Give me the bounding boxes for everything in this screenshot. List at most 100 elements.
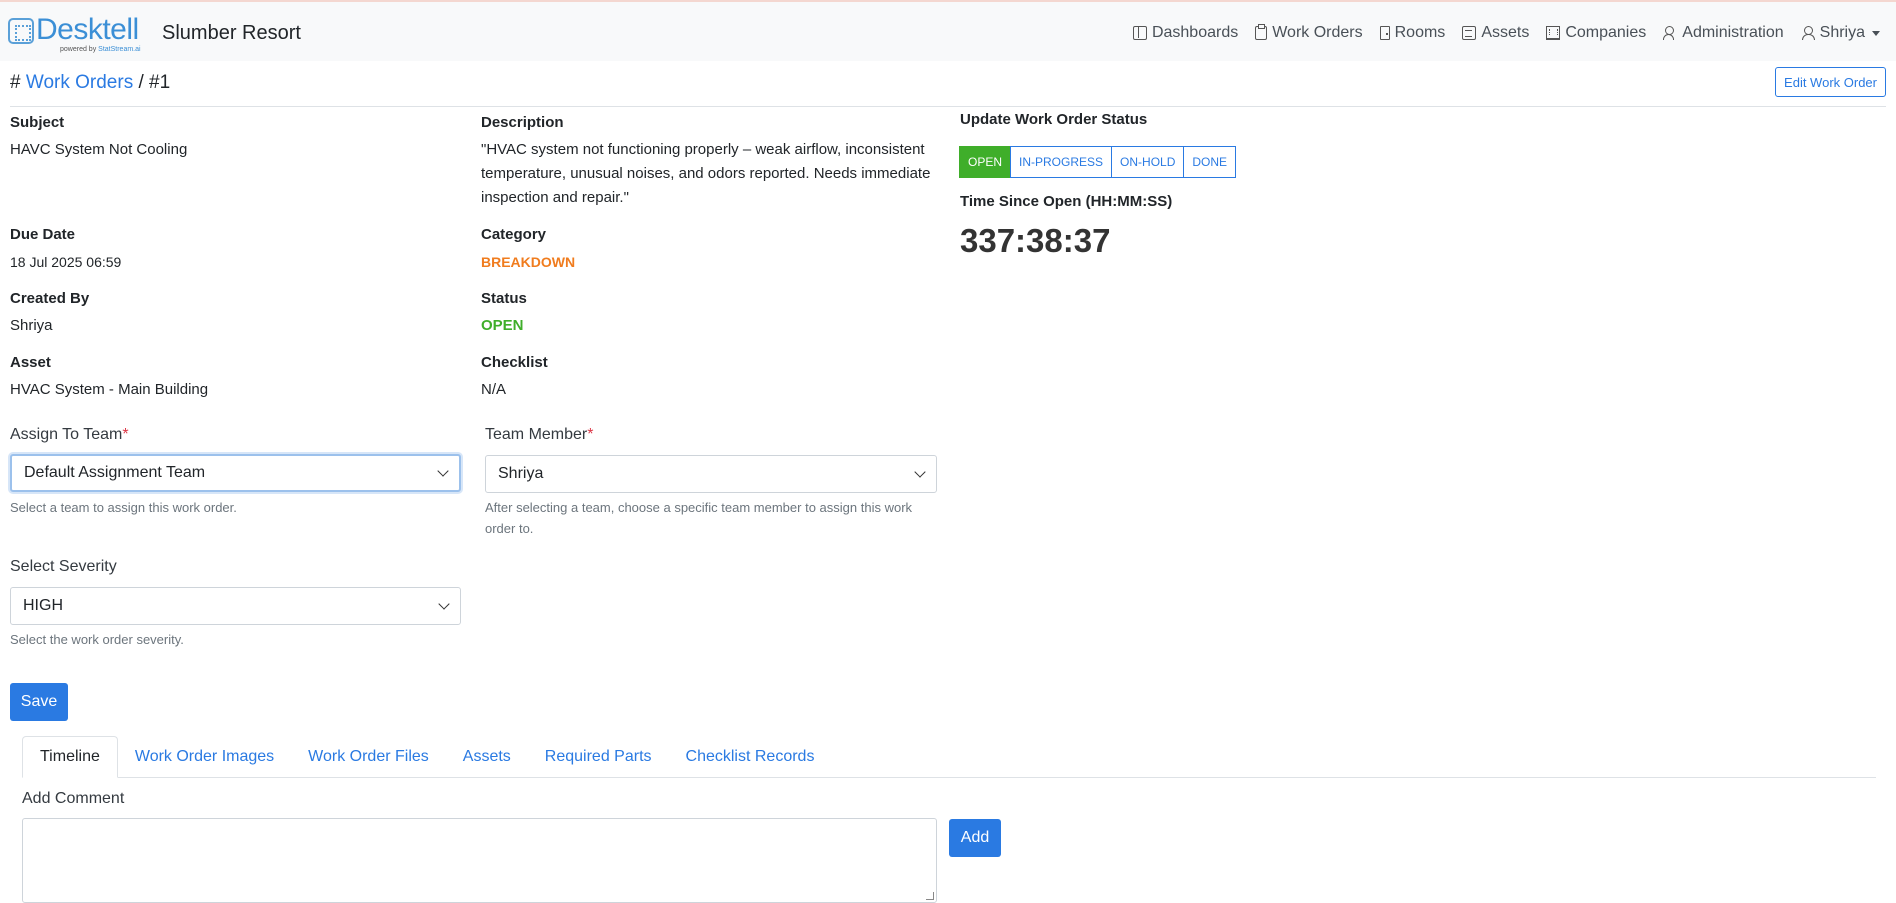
- breadcrumb: # Work Orders / #1: [10, 72, 170, 94]
- due-date-value: 18 Jul 2025 06:59: [10, 254, 122, 270]
- assign-team-help: Select a team to assign this work order.: [10, 500, 237, 515]
- assign-team-label: Assign To Team*: [10, 426, 129, 444]
- subject-label: Subject: [10, 114, 65, 131]
- nav-work-orders-label: Work Orders: [1272, 24, 1363, 41]
- severity-select[interactable]: HIGH: [10, 587, 461, 625]
- checklist-field: Checklist N/A: [481, 354, 548, 402]
- asset-value: HVAC System - Main Building: [10, 381, 209, 398]
- assign-team-label-text: Assign To Team: [10, 426, 123, 443]
- description-field: Description "HVAC system not functioning…: [481, 114, 941, 210]
- user-icon: [1801, 26, 1815, 40]
- status-button-group: OPEN IN-PROGRESS ON-HOLD DONE: [959, 146, 1237, 178]
- status-on-hold-button[interactable]: ON-HOLD: [1111, 146, 1185, 178]
- severity-value: HIGH: [23, 597, 63, 614]
- logo-icon: [8, 18, 34, 44]
- organization-name: Slumber Resort: [162, 22, 301, 44]
- divider: [10, 106, 1886, 107]
- breadcrumb-work-orders-link[interactable]: Work Orders: [26, 72, 133, 93]
- nav-administration-label: Administration: [1682, 24, 1784, 41]
- nav-companies-label: Companies: [1565, 24, 1647, 41]
- tab-assets[interactable]: Assets: [446, 736, 528, 778]
- logo-text: Desktell: [36, 13, 139, 46]
- team-member-help: After selecting a team, choose a specifi…: [485, 500, 913, 536]
- required-marker: *: [122, 426, 129, 443]
- nav-administration[interactable]: Administration: [1663, 24, 1784, 42]
- asset-icon: [1462, 26, 1477, 40]
- tab-required-parts[interactable]: Required Parts: [528, 736, 669, 778]
- tab-checklist-records[interactable]: Checklist Records: [669, 736, 832, 778]
- nav-dashboards-label: Dashboards: [1151, 24, 1239, 41]
- breadcrumb-current: #1: [149, 72, 171, 93]
- nav-rooms-label: Rooms: [1394, 24, 1446, 41]
- navbar: Desktell powered by StatStream.ai Slumbe…: [0, 2, 1896, 61]
- desktell-logo[interactable]: Desktell powered by StatStream.ai: [8, 14, 148, 54]
- nav-assets[interactable]: Assets: [1462, 24, 1529, 42]
- nav-companies[interactable]: Companies: [1546, 24, 1646, 42]
- severity-label: Select Severity: [10, 558, 117, 575]
- chevron-down-icon: [438, 598, 450, 610]
- breadcrumb-hash: #: [10, 72, 21, 93]
- edit-work-order-button[interactable]: Edit Work Order: [1775, 67, 1886, 97]
- severity-help: Select the work order severity.: [10, 632, 184, 647]
- team-member-value: Shriya: [498, 465, 544, 482]
- save-button[interactable]: Save: [10, 683, 68, 721]
- status-label: Status: [481, 290, 527, 307]
- timer-label: Time Since Open (HH:MM:SS): [960, 193, 1173, 210]
- door-icon: [1379, 26, 1390, 40]
- comment-textarea[interactable]: [22, 818, 937, 903]
- user-menu-label: Shriya: [1819, 24, 1865, 41]
- status-badge: OPEN: [481, 317, 524, 334]
- chevron-down-icon: [437, 465, 449, 477]
- building-icon: [1546, 26, 1561, 40]
- asset-label: Asset: [10, 354, 51, 371]
- nav-assets-label: Assets: [1481, 24, 1530, 41]
- status-field: Status OPEN: [481, 290, 527, 338]
- add-comment-label: Add Comment: [22, 790, 125, 807]
- assign-team-select[interactable]: Default Assignment Team: [10, 454, 461, 492]
- team-member-select[interactable]: Shriya: [485, 455, 937, 493]
- due-date-field: Due Date 18 Jul 2025 06:59: [10, 226, 121, 274]
- user-gear-icon: [1663, 26, 1677, 40]
- nav-rooms[interactable]: Rooms: [1379, 24, 1446, 42]
- main-nav: Dashboards Work Orders Rooms Assets Comp…: [1132, 24, 1880, 42]
- description-value: "HVAC system not functioning properly – …: [481, 141, 931, 206]
- category-value: BREAKDOWN: [481, 254, 576, 270]
- add-comment-button[interactable]: Add: [949, 819, 1001, 857]
- category-label: Category: [481, 226, 547, 243]
- due-date-label: Due Date: [10, 226, 76, 243]
- subject-field: Subject HAVC System Not Cooling: [10, 114, 450, 162]
- clipboard-icon: [1255, 24, 1268, 40]
- status-open-button[interactable]: OPEN: [959, 146, 1012, 178]
- tab-work-order-images[interactable]: Work Order Images: [118, 736, 291, 778]
- description-label: Description: [481, 114, 564, 131]
- created-by-field: Created By Shriya: [10, 290, 89, 338]
- timer-label-field: Time Since Open (HH:MM:SS): [960, 193, 1172, 210]
- user-menu[interactable]: Shriya: [1801, 24, 1880, 42]
- created-by-value: Shriya: [10, 317, 53, 334]
- logo-subtitle: powered by StatStream.ai: [60, 46, 141, 53]
- created-by-label: Created By: [10, 290, 90, 307]
- checklist-label: Checklist: [481, 354, 548, 371]
- checklist-value: N/A: [481, 381, 507, 398]
- nav-dashboards[interactable]: Dashboards: [1132, 24, 1239, 42]
- update-status-title: Update Work Order Status: [960, 111, 1148, 128]
- tab-bar: Timeline Work Order Images Work Order Fi…: [22, 736, 1876, 778]
- tab-timeline[interactable]: Timeline: [22, 736, 118, 778]
- category-field: Category BREAKDOWN: [481, 226, 575, 274]
- tab-work-order-files[interactable]: Work Order Files: [291, 736, 446, 778]
- caret-down-icon: [1872, 30, 1880, 36]
- status-panel-title: Update Work Order Status: [960, 111, 1147, 128]
- required-marker: *: [587, 426, 594, 443]
- team-member-label-text: Team Member: [485, 426, 588, 443]
- breadcrumb-separator: /: [138, 72, 144, 93]
- status-in-progress-button[interactable]: IN-PROGRESS: [1010, 146, 1113, 178]
- nav-work-orders[interactable]: Work Orders: [1255, 24, 1363, 42]
- status-done-button[interactable]: DONE: [1183, 146, 1237, 178]
- assign-team-value: Default Assignment Team: [24, 464, 206, 481]
- team-member-label: Team Member*: [485, 426, 593, 444]
- dashboard-icon: [1132, 26, 1147, 40]
- resize-handle-icon[interactable]: [926, 892, 934, 900]
- asset-field: Asset HVAC System - Main Building: [10, 354, 208, 402]
- time-since-open: 337:38:37: [960, 222, 1111, 259]
- subject-value: HAVC System Not Cooling: [10, 141, 188, 158]
